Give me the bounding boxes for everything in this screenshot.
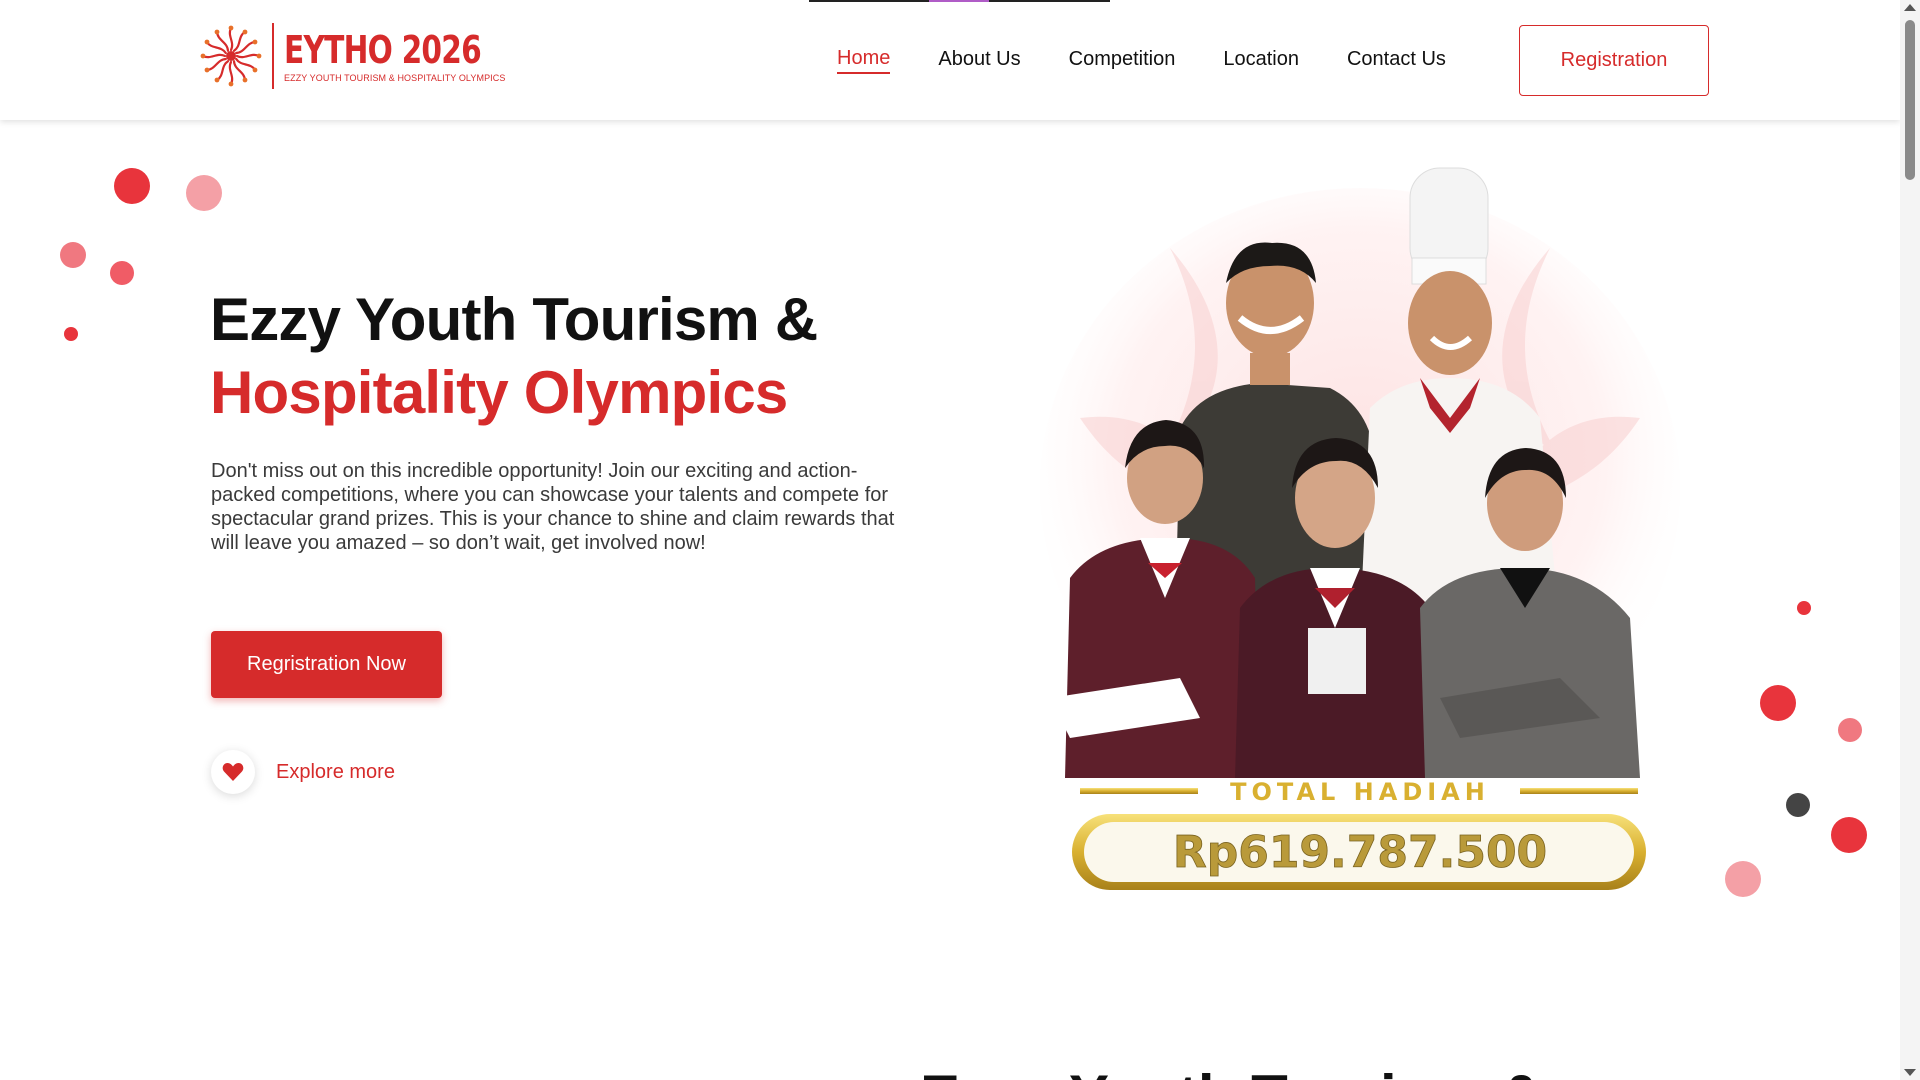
decor-dot: [1838, 718, 1862, 742]
decor-dot: [1786, 793, 1810, 817]
next-section-title: Ezzy Youth Tourism &: [920, 1062, 1543, 1080]
scroll-thumb[interactable]: [1905, 20, 1915, 180]
explore-more-link[interactable]: Explore more: [211, 750, 395, 794]
flower-emblem-icon: [200, 25, 262, 87]
loading-indicator: [809, 0, 1110, 2]
hero-title-line2: Hospitality Olympics: [210, 359, 788, 426]
hero-description: Don't miss out on this incredible opport…: [211, 460, 895, 554]
decor-dot: [1725, 861, 1761, 897]
heart-icon: [222, 763, 244, 781]
logo-tagline: EZZY YOUTH TOURISM & HOSPITALITY OLYMPIC…: [284, 73, 506, 83]
hero-team-image: TOTAL HADIAH Rp619.787.500: [1040, 167, 1680, 890]
decor-dot: [186, 175, 222, 211]
decor-dot: [1797, 601, 1811, 615]
prize-value: Rp619.787.500: [1173, 827, 1547, 878]
nav-location[interactable]: Location: [1223, 44, 1299, 74]
nav-contact-us[interactable]: Contact Us: [1347, 44, 1446, 74]
hero-title-line1: Ezzy Youth Tourism &: [210, 286, 818, 353]
prize-label: TOTAL HADIAH: [1230, 778, 1490, 806]
main-nav: Home About Us Competition Location Conta…: [837, 44, 1494, 74]
decor-dot: [1760, 685, 1796, 721]
logo-name: EYTHO 2026: [284, 28, 482, 72]
site-logo[interactable]: EYTHO 2026 EZZY YOUTH TOURISM & HOSPITAL…: [198, 20, 537, 92]
scroll-down-icon[interactable]: [1904, 1069, 1916, 1076]
hero-title: Ezzy Youth Tourism & Hospitality Olympic…: [210, 283, 818, 429]
page-scrollbar[interactable]: [1900, 0, 1920, 1080]
scroll-up-icon[interactable]: [1904, 4, 1916, 11]
register-now-button[interactable]: Regristration Now: [211, 631, 442, 698]
decor-dot: [114, 168, 150, 204]
decor-dot: [110, 261, 134, 285]
explore-icon-circle[interactable]: [211, 750, 255, 794]
nav-home[interactable]: Home: [837, 44, 891, 74]
registration-button[interactable]: Registration: [1519, 25, 1709, 96]
nav-about-us[interactable]: About Us: [938, 44, 1020, 74]
nav-competition[interactable]: Competition: [1069, 44, 1176, 74]
site-header: EYTHO 2026 EZZY YOUTH TOURISM & HOSPITAL…: [0, 0, 1900, 120]
explore-more-label: Explore more: [276, 760, 395, 783]
decor-dot: [64, 327, 78, 341]
decor-dot: [1831, 817, 1867, 853]
decor-dot: [60, 242, 86, 268]
